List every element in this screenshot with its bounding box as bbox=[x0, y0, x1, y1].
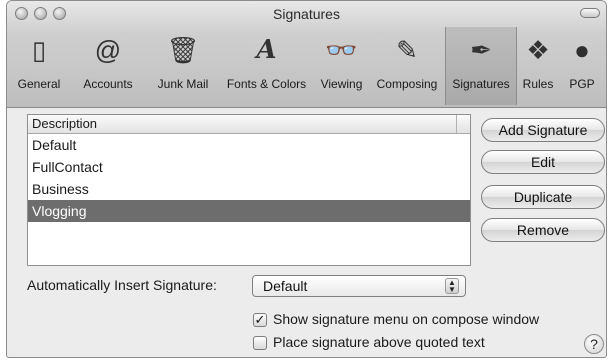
pencil-paper-icon: ✎ bbox=[396, 35, 418, 65]
add-signature-button[interactable]: Add Signature bbox=[481, 118, 605, 142]
place-above-label: Place signature above quoted text bbox=[273, 334, 485, 350]
toolbar-item-rules[interactable]: ❖ Rules bbox=[517, 27, 559, 105]
toolbar-item-accounts[interactable]: @ Accounts bbox=[69, 27, 147, 105]
toolbar-toggle-button[interactable] bbox=[580, 8, 600, 18]
popup-arrows-icon: ▲ ▼ bbox=[445, 278, 459, 294]
list-column-header[interactable]: Description bbox=[28, 115, 470, 134]
preferences-window: Signatures ▯ General @ Accounts 🗑 Junk M… bbox=[6, 0, 607, 358]
toolbar-label: Viewing bbox=[320, 77, 363, 91]
remove-button[interactable]: Remove bbox=[481, 218, 605, 242]
description-column-label: Description bbox=[32, 116, 98, 131]
at-sign-icon: @ bbox=[94, 35, 122, 65]
glasses-icon: 👓 bbox=[325, 35, 358, 65]
toolbar-item-general[interactable]: ▯ General bbox=[9, 27, 69, 105]
auto-insert-label: Automatically Insert Signature: bbox=[27, 277, 217, 293]
place-above-checkbox[interactable] bbox=[253, 336, 267, 350]
help-button[interactable]: ? bbox=[584, 334, 604, 354]
preferences-toolbar: ▯ General @ Accounts 🗑 Junk Mail A Fonts… bbox=[7, 27, 606, 105]
general-switch-icon: ▯ bbox=[31, 35, 47, 65]
toolbar-label: Junk Mail bbox=[157, 77, 209, 91]
window-chrome: Signatures ▯ General @ Accounts 🗑 Junk M… bbox=[7, 1, 606, 108]
toolbar-label: Fonts & Colors bbox=[226, 77, 307, 91]
toolbar-item-signatures[interactable]: ✒ Signatures bbox=[445, 27, 517, 105]
edit-button[interactable]: Edit bbox=[481, 150, 605, 174]
trash-can-icon: 🗑 bbox=[166, 35, 200, 65]
toolbar-label: Rules bbox=[522, 77, 554, 91]
list-item[interactable]: FullContact bbox=[28, 156, 470, 178]
list-item[interactable]: Business bbox=[28, 178, 470, 200]
rules-icon: ❖ bbox=[526, 35, 550, 65]
toolbar-label: PGP bbox=[569, 77, 595, 91]
window-title: Signatures bbox=[273, 6, 340, 22]
auto-insert-popup[interactable]: Default ▲ ▼ bbox=[252, 275, 466, 297]
toolbar-item-viewing[interactable]: 👓 Viewing bbox=[314, 27, 369, 105]
pen-signature-icon: ✒ bbox=[470, 35, 492, 65]
header-corner bbox=[456, 115, 470, 133]
list-item-selected[interactable]: Vlogging bbox=[28, 200, 470, 222]
toolbar-item-fonts-colors[interactable]: A Fonts & Colors bbox=[219, 27, 314, 105]
pgp-icon: ● bbox=[574, 35, 590, 65]
show-menu-checkbox[interactable]: ✓ bbox=[253, 313, 267, 327]
toolbar-label: Composing bbox=[376, 77, 438, 91]
duplicate-button[interactable]: Duplicate bbox=[481, 185, 605, 209]
toolbar-label: General bbox=[17, 77, 61, 91]
toolbar-item-junk-mail[interactable]: 🗑 Junk Mail bbox=[147, 27, 219, 105]
title-bar: Signatures bbox=[7, 1, 606, 27]
show-menu-label: Show signature menu on compose window bbox=[273, 311, 540, 327]
list-item[interactable]: Default bbox=[28, 134, 470, 156]
toolbar-label: Accounts bbox=[83, 77, 133, 91]
toolbar-item-pgp[interactable]: ● PGP bbox=[559, 27, 605, 105]
toolbar-item-composing[interactable]: ✎ Composing bbox=[369, 27, 445, 105]
auto-insert-value: Default bbox=[263, 278, 308, 294]
signatures-list[interactable]: Description Default FullContact Business… bbox=[27, 114, 471, 266]
toolbar-label: Signatures bbox=[452, 77, 510, 91]
font-letter-icon: A bbox=[256, 35, 277, 65]
